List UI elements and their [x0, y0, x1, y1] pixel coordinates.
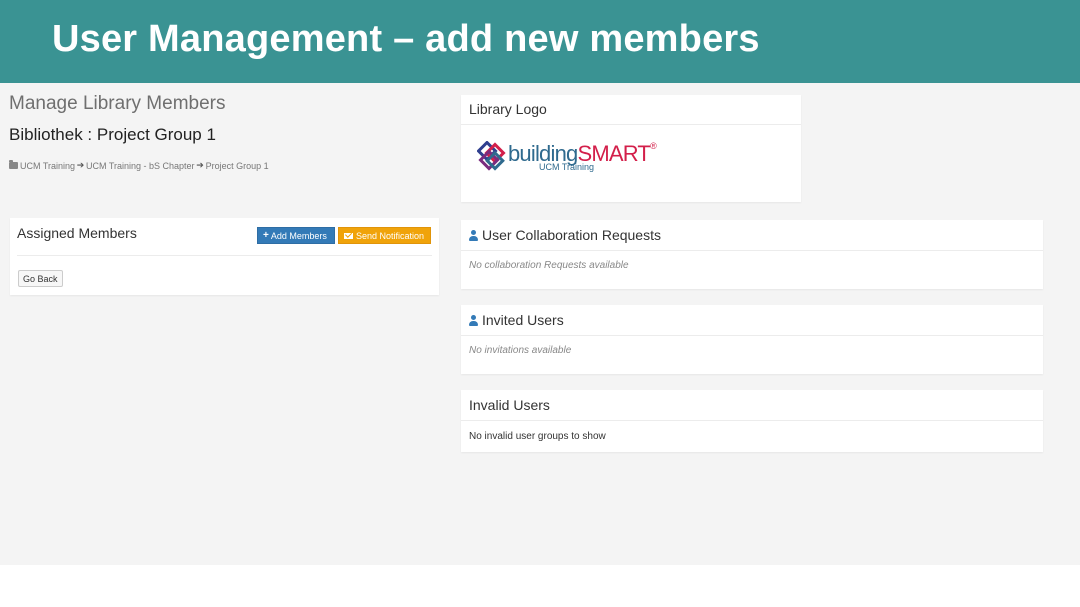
send-notification-button[interactable]: Send Notification: [338, 227, 431, 244]
buildingsmart-logo-mark-icon: [477, 141, 506, 171]
divider: [461, 420, 1043, 421]
collaboration-requests-panel: User Collaboration Requests No collabora…: [461, 220, 1043, 289]
library-logo-panel: Library Logo buildingSMART® UCM Training: [461, 95, 801, 202]
go-back-button[interactable]: Go Back: [18, 270, 63, 287]
divider: [17, 255, 432, 256]
invalid-users-empty: No invalid user groups to show: [469, 431, 606, 442]
divider: [461, 335, 1043, 336]
logo-tagline: UCM Training: [539, 162, 595, 172]
envelope-icon: [344, 232, 353, 239]
invited-users-empty: No invitations available: [469, 345, 572, 356]
user-icon: [469, 314, 478, 326]
collaboration-requests-empty: No collaboration Requests available: [469, 260, 629, 271]
plus-icon: +: [263, 230, 269, 241]
folder-icon: [9, 160, 18, 169]
library-subtitle: Bibliothek : Project Group 1: [9, 125, 216, 144]
divider: [461, 250, 1043, 251]
collaboration-requests-header: User Collaboration Requests: [469, 227, 661, 243]
divider: [461, 124, 801, 125]
page-title: Manage Library Members: [9, 93, 226, 114]
buildingsmart-logo: buildingSMART® UCM Training: [477, 140, 657, 176]
invited-users-title: Invited Users: [482, 312, 564, 328]
assigned-members-panel: Assigned Members + Add Members Send Noti…: [10, 218, 439, 295]
add-members-label: Add Members: [270, 230, 327, 241]
library-logo-title: Library Logo: [469, 101, 547, 117]
invited-users-panel: Invited Users No invitations available: [461, 305, 1043, 374]
breadcrumb-item-project-group[interactable]: Project Group 1: [206, 161, 269, 171]
slide-banner: User Management – add new members: [0, 0, 1080, 83]
add-members-button[interactable]: + Add Members: [257, 227, 335, 244]
collaboration-requests-title: User Collaboration Requests: [482, 227, 661, 243]
slide-title: User Management – add new members: [52, 18, 760, 60]
assigned-members-title: Assigned Members: [17, 225, 137, 241]
breadcrumb: UCM Training ➔ UCM Training - bS Chapter…: [9, 160, 269, 171]
arrow-right-icon: ➔: [196, 160, 204, 170]
invalid-users-panel: Invalid Users No invalid user groups to …: [461, 390, 1043, 452]
send-notification-label: Send Notification: [356, 230, 425, 241]
arrow-right-icon: ➔: [76, 160, 85, 170]
breadcrumb-item-bs-chapter[interactable]: UCM Training - bS Chapter: [86, 161, 195, 171]
invited-users-header: Invited Users: [469, 312, 564, 328]
invalid-users-title: Invalid Users: [469, 397, 550, 413]
breadcrumb-item-ucm-training[interactable]: UCM Training: [20, 161, 75, 171]
app-content: Manage Library Members Bibliothek : Proj…: [0, 83, 1080, 565]
user-icon: [469, 229, 478, 241]
